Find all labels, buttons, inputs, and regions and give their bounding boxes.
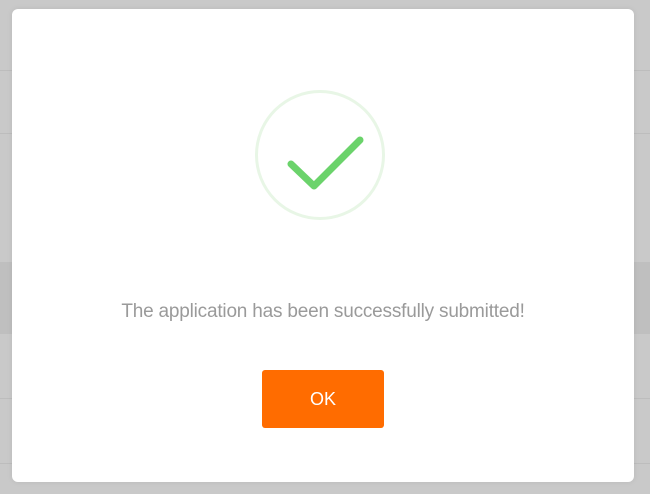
success-message: The application has been successfully su… [121,301,525,322]
success-icon-ring [255,90,385,220]
success-dialog: The application has been successfully su… [12,9,634,482]
ok-button[interactable]: OK [262,370,384,428]
checkmark-icon [287,136,364,190]
